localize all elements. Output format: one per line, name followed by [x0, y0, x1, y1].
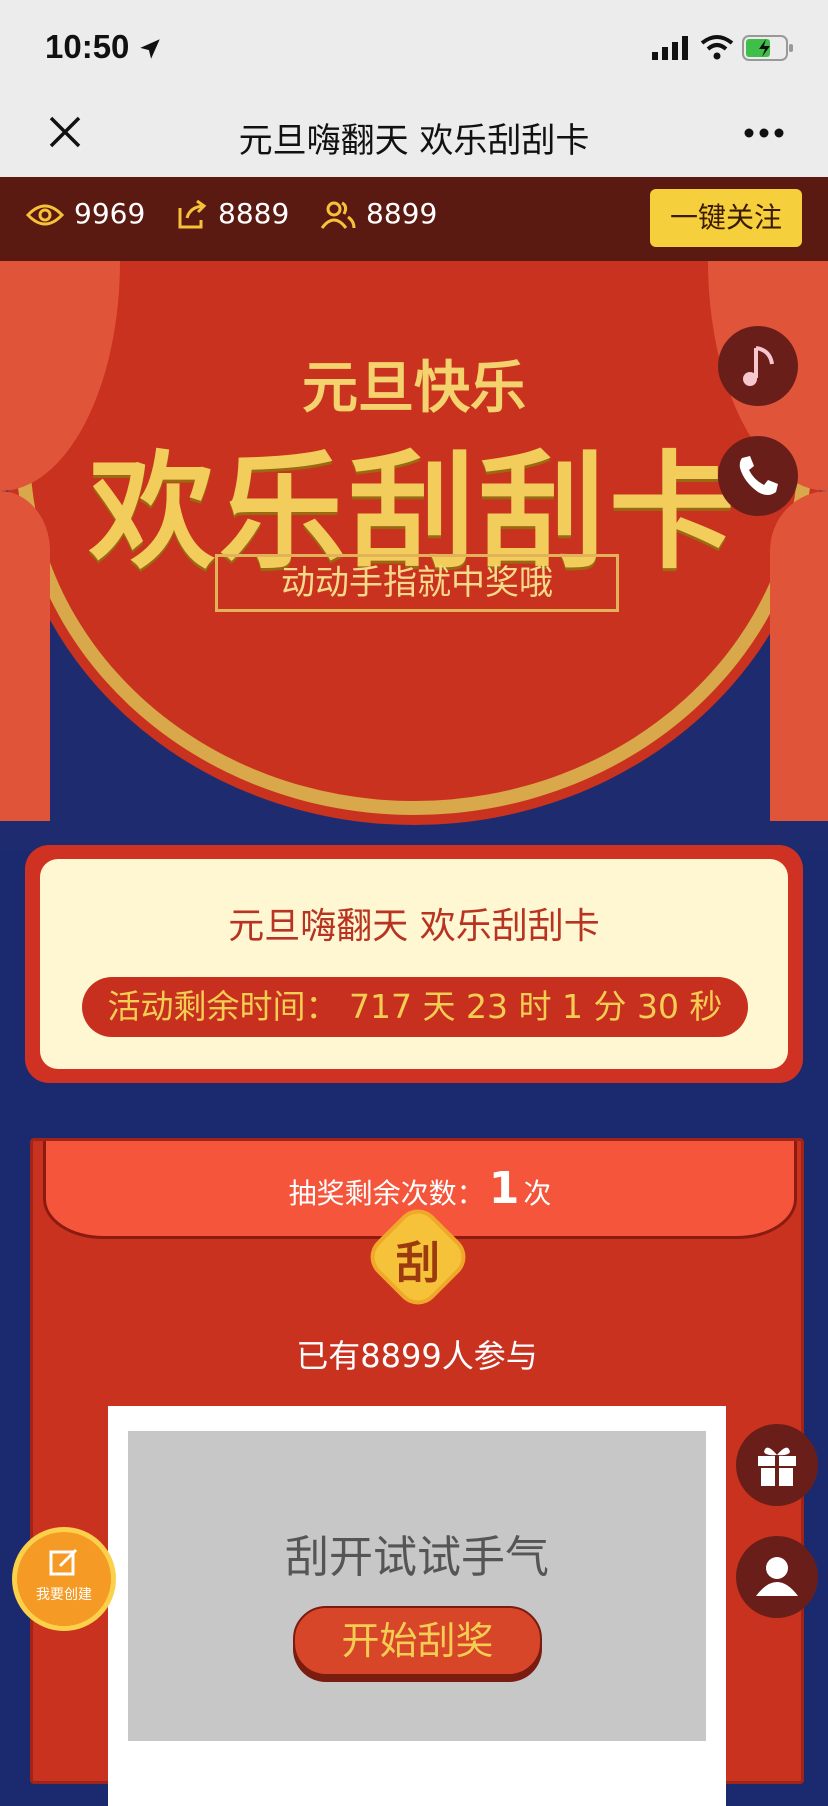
location-arrow-icon: [140, 39, 160, 59]
chances-value: 1: [488, 1163, 520, 1214]
wifi-icon: [700, 35, 734, 60]
participants-text: 已有8899人参与: [296, 1337, 538, 1375]
follow-button[interactable]: 一键关注: [650, 189, 802, 247]
phone-icon: [739, 456, 778, 495]
scratch-ticket: 刮开试试手气 开始刮奖: [108, 1406, 726, 1806]
edit-icon: [49, 1548, 78, 1576]
page-title: 元旦嗨翻天 欢乐刮刮卡: [238, 121, 590, 161]
user-button[interactable]: [736, 1536, 818, 1618]
countdown-timer: 活动剩余时间： 717 天 23 时 1 分 30 秒: [82, 977, 748, 1037]
lottery-card: 抽奖剩余次数：1 次 刮 已有8899人参与 刮开试试手气 开始刮奖: [30, 1138, 804, 1806]
gift-icon: [758, 1447, 796, 1486]
gift-button[interactable]: [736, 1424, 818, 1506]
scratch-prompt: 刮开试试手气: [285, 1532, 549, 1583]
views-stat: 9969: [25, 197, 146, 230]
chances-label: 抽奖剩余次数：: [288, 1177, 485, 1210]
people-icon: [320, 201, 356, 229]
nav-bar: 元旦嗨翻天 欢乐刮刮卡: [0, 95, 828, 177]
info-card: 元旦嗨翻天 欢乐刮刮卡 活动剩余时间： 717 天 23 时 1 分 30 秒: [25, 845, 803, 1083]
scratch-area[interactable]: 刮开试试手气 开始刮奖: [128, 1431, 706, 1741]
participants-count: 8899: [366, 197, 438, 230]
status-time: 10:50: [45, 28, 130, 65]
battery-icon: [742, 35, 793, 61]
scratch-badge-label: 刮: [396, 1238, 440, 1289]
start-scratch-button[interactable]: 开始刮奖: [293, 1606, 542, 1676]
hero-tagline: 动动手指就中奖哦: [215, 554, 619, 612]
music-button[interactable]: [718, 326, 798, 406]
chances-unit: 次: [523, 1177, 552, 1210]
music-icon: [743, 346, 774, 386]
share-icon: [178, 199, 207, 229]
more-icon[interactable]: [744, 128, 784, 138]
shares-stat: 8889: [176, 197, 289, 230]
stats-bar: 9969 8889 8899 一键关注: [0, 177, 828, 261]
user-icon: [756, 1557, 798, 1596]
create-label: 我要创建: [36, 1587, 92, 1603]
info-card-inner: 元旦嗨翻天 欢乐刮刮卡 活动剩余时间： 717 天 23 时 1 分 30 秒: [40, 859, 788, 1069]
phone-button[interactable]: [718, 436, 798, 516]
signal-icon: [652, 36, 688, 60]
hero-banner: 元旦快乐 欢乐刮刮卡 动动手指就中奖哦: [0, 261, 828, 851]
status-bar: 10:50: [0, 0, 828, 95]
create-button[interactable]: 我要创建: [12, 1527, 116, 1631]
eye-icon: [25, 204, 65, 226]
shares-count: 8889: [218, 197, 290, 230]
participants-stat: 8899: [320, 197, 437, 230]
views-count: 9969: [74, 197, 146, 230]
remaining-chances: 抽奖剩余次数：1 次: [46, 1163, 794, 1214]
info-card-title: 元旦嗨翻天 欢乐刮刮卡: [228, 906, 600, 947]
